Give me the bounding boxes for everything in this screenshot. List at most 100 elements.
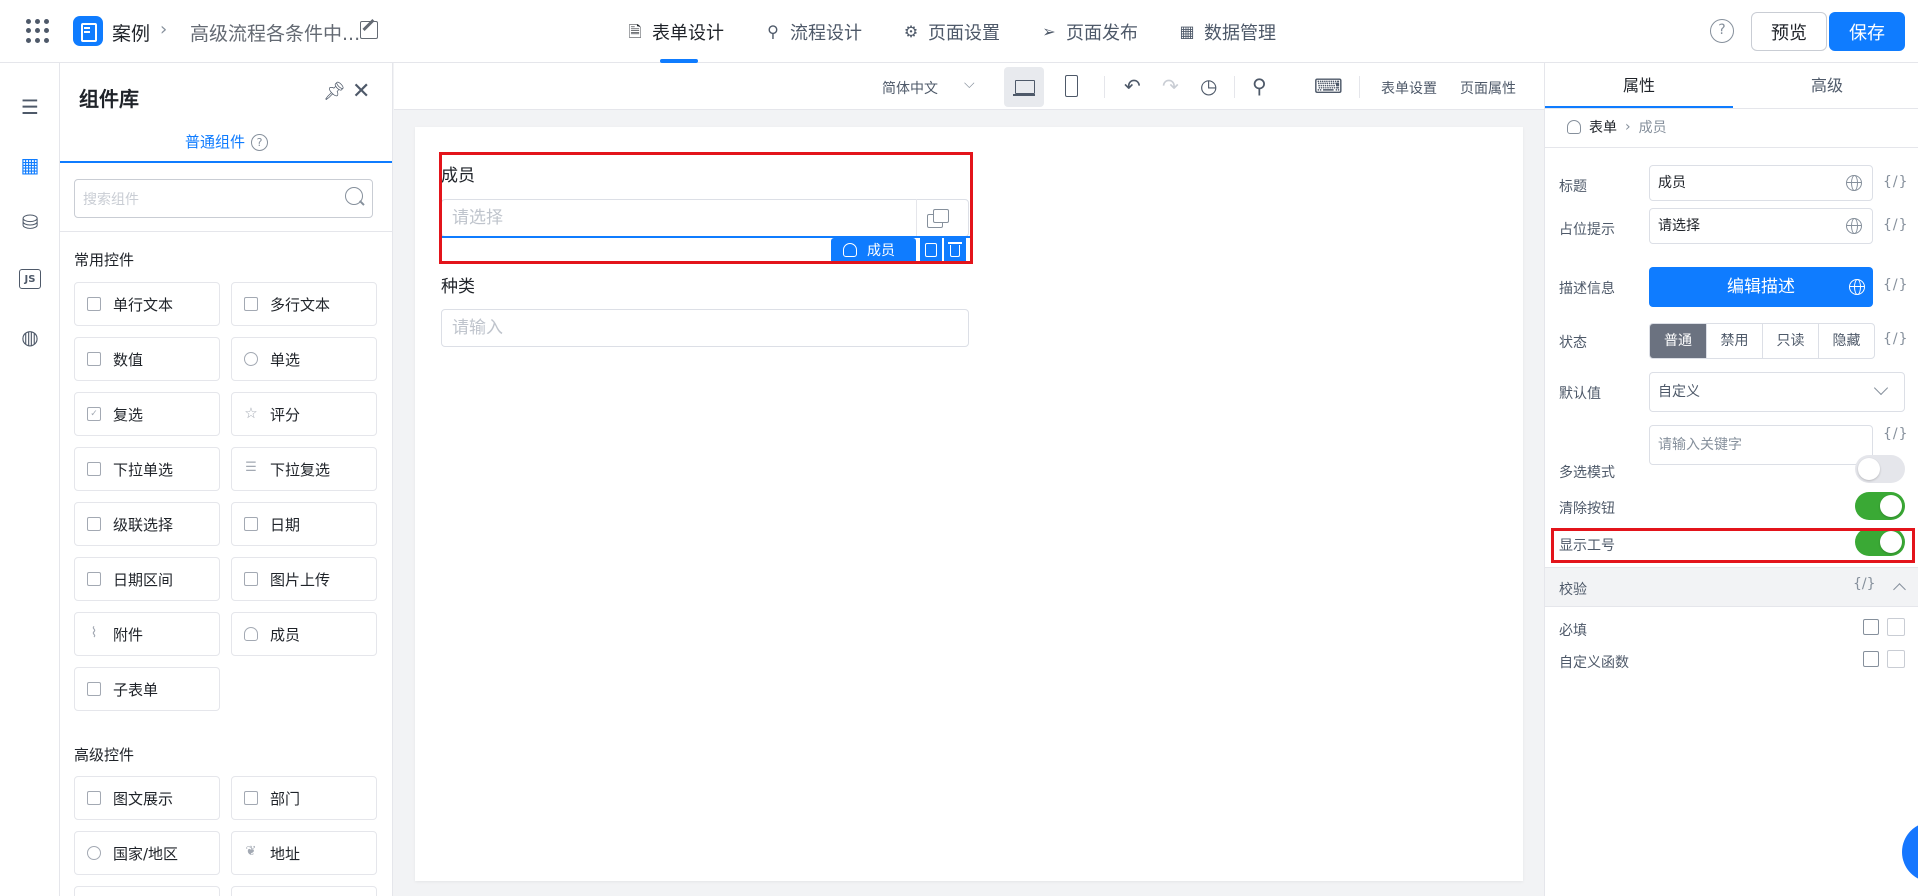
component-item[interactable] bbox=[74, 886, 220, 896]
keyword-input[interactable]: 请输入关键字 bbox=[1649, 425, 1873, 465]
mobile-view-icon[interactable] bbox=[1065, 75, 1078, 97]
pin-icon[interactable]: 📌︎ bbox=[323, 81, 346, 102]
divider bbox=[1234, 76, 1235, 98]
edit-icon[interactable] bbox=[360, 21, 378, 39]
tab-data-management[interactable]: ▦ 数据管理 bbox=[1178, 0, 1276, 63]
validation-section-header[interactable]: 校验 {/} bbox=[1545, 567, 1918, 607]
required-checkbox[interactable] bbox=[1887, 618, 1905, 636]
chevron-down-icon[interactable]: ⌵ bbox=[964, 76, 975, 92]
component-item[interactable]: 图片上传 bbox=[231, 557, 377, 601]
formula-braces-icon[interactable]: {/} bbox=[1853, 576, 1876, 592]
default-value-select[interactable]: 自定义 bbox=[1649, 372, 1905, 412]
state-hidden[interactable]: 隐藏 bbox=[1818, 324, 1874, 358]
globe-icon[interactable]: ◍ bbox=[18, 325, 42, 349]
globe-icon bbox=[87, 846, 101, 860]
components-icon[interactable]: ▦ bbox=[18, 153, 42, 177]
history-icon[interactable]: ◷ bbox=[1200, 74, 1217, 98]
form-settings-link[interactable]: 表单设置 bbox=[1381, 78, 1437, 98]
tab-page-publish[interactable]: ➢ 页面发布 bbox=[1040, 0, 1138, 63]
component-item[interactable]: ⌇ 附件 bbox=[74, 612, 220, 656]
language-select[interactable]: 简体中文 bbox=[882, 78, 938, 98]
component-item[interactable]: 部门 bbox=[231, 776, 377, 820]
component-label: 评分 bbox=[270, 405, 301, 424]
component-search-input[interactable] bbox=[74, 179, 373, 218]
component-item[interactable] bbox=[231, 886, 377, 896]
js-icon[interactable]: JS bbox=[19, 269, 41, 289]
component-item[interactable]: 日期区间 bbox=[74, 557, 220, 601]
state-disabled[interactable]: 禁用 bbox=[1706, 324, 1762, 358]
component-item[interactable]: 单行文本 bbox=[74, 282, 220, 326]
tab-flow-design[interactable]: ⚲ 流程设计 bbox=[764, 0, 862, 63]
globe-icon[interactable] bbox=[1849, 279, 1865, 295]
component-label: 下拉复选 bbox=[270, 460, 331, 479]
title-field[interactable]: 成员 bbox=[1649, 165, 1873, 201]
globe-icon[interactable] bbox=[1846, 218, 1862, 234]
desktop-view-icon[interactable] bbox=[1004, 67, 1044, 107]
state-normal[interactable]: 普通 bbox=[1650, 324, 1706, 358]
tab-properties[interactable]: 属性 bbox=[1545, 63, 1733, 108]
formula-braces-icon[interactable]: {/} bbox=[1883, 217, 1909, 233]
component-library-panel: 组件库 📌︎ ✕ 普通组件? 常用控件 单行文本 多行文本 数值 单选 ✓复选 … bbox=[60, 63, 393, 896]
flow-icon: ⚲ bbox=[767, 21, 779, 41]
tab-page-settings[interactable]: ⚙ 页面设置 bbox=[902, 0, 1000, 63]
preview-button[interactable]: 预览 bbox=[1751, 12, 1827, 51]
component-item[interactable]: 级联选择 bbox=[74, 502, 220, 546]
component-label: 多行文本 bbox=[270, 295, 331, 314]
subform-icon bbox=[87, 682, 101, 696]
component-item[interactable]: ✓ 复选 bbox=[74, 392, 220, 436]
component-item[interactable]: 多行文本 bbox=[231, 282, 377, 326]
component-item[interactable]: 子表单 bbox=[74, 667, 220, 711]
formula-braces-icon[interactable]: {/} bbox=[1883, 174, 1909, 190]
formula-braces-icon[interactable]: {/} bbox=[1883, 331, 1909, 347]
multi-select-label: 多选模式 bbox=[1559, 465, 1615, 481]
clear-button-toggle[interactable] bbox=[1855, 492, 1905, 520]
formula-braces-icon[interactable]: {/} bbox=[1883, 277, 1909, 293]
user-icon bbox=[1567, 120, 1581, 134]
category-input[interactable]: 请输入 bbox=[441, 309, 969, 347]
breadcrumb-app[interactable]: 案例 bbox=[112, 19, 150, 46]
chevron-up-icon[interactable] bbox=[1893, 583, 1906, 596]
component-item[interactable]: 国家/地区 bbox=[74, 831, 220, 875]
state-readonly[interactable]: 只读 bbox=[1762, 324, 1818, 358]
component-item[interactable]: 单选 bbox=[231, 337, 377, 381]
divider bbox=[1545, 147, 1918, 148]
group-title-common: 常用控件 bbox=[74, 251, 135, 269]
undo-icon[interactable]: ↶ bbox=[1124, 74, 1141, 98]
edit-description-button[interactable]: 编辑描述 bbox=[1649, 267, 1873, 307]
multi-select-toggle[interactable] bbox=[1855, 455, 1905, 483]
component-item[interactable]: 成员 bbox=[231, 612, 377, 656]
help-icon[interactable]: ? bbox=[1710, 19, 1734, 43]
component-item[interactable]: ❦ 地址 bbox=[231, 831, 377, 875]
tab-common-components[interactable]: 普通组件? bbox=[60, 131, 392, 163]
apps-grid-icon[interactable] bbox=[26, 19, 50, 43]
component-item[interactable]: 图文展示 bbox=[74, 776, 220, 820]
help-icon[interactable]: ? bbox=[251, 134, 268, 151]
placeholder-field[interactable]: 请选择 bbox=[1649, 208, 1873, 244]
globe-icon[interactable] bbox=[1846, 175, 1862, 191]
formula-braces-icon[interactable]: {/} bbox=[1883, 426, 1909, 442]
custom-function-checkbox[interactable] bbox=[1887, 650, 1905, 668]
redo-icon: ↷ bbox=[1162, 74, 1179, 98]
edit-icon[interactable] bbox=[1863, 651, 1879, 667]
group-title-advanced: 高级控件 bbox=[74, 746, 135, 764]
database-icon[interactable]: ⛁ bbox=[18, 210, 42, 234]
default-value-selected: 自定义 bbox=[1658, 384, 1700, 400]
page-properties-link[interactable]: 页面属性 bbox=[1460, 78, 1516, 98]
component-item[interactable]: ☰ 下拉复选 bbox=[231, 447, 377, 491]
chevron-down-icon bbox=[1873, 380, 1889, 396]
component-item[interactable]: 日期 bbox=[231, 502, 377, 546]
component-item[interactable]: ☆ 评分 bbox=[231, 392, 377, 436]
component-item[interactable]: 数值 bbox=[74, 337, 220, 381]
keyboard-icon[interactable]: ⌨ bbox=[1314, 74, 1343, 98]
outline-icon[interactable]: ☰ bbox=[18, 95, 42, 119]
tab-form-design[interactable]: 🗎 表单设计 bbox=[626, 0, 724, 63]
component-item[interactable]: 下拉单选 bbox=[74, 447, 220, 491]
close-icon[interactable]: ✕ bbox=[352, 79, 370, 104]
edit-icon[interactable] bbox=[1863, 619, 1879, 635]
tab-advanced[interactable]: 高级 bbox=[1733, 63, 1918, 108]
breadcrumb-root[interactable]: 表单 bbox=[1589, 117, 1617, 137]
save-button[interactable]: 保存 bbox=[1829, 12, 1905, 51]
search-icon[interactable]: ⚲ bbox=[1252, 74, 1267, 98]
chevron-right-icon: › bbox=[1625, 119, 1631, 135]
search-icon[interactable] bbox=[345, 187, 363, 205]
